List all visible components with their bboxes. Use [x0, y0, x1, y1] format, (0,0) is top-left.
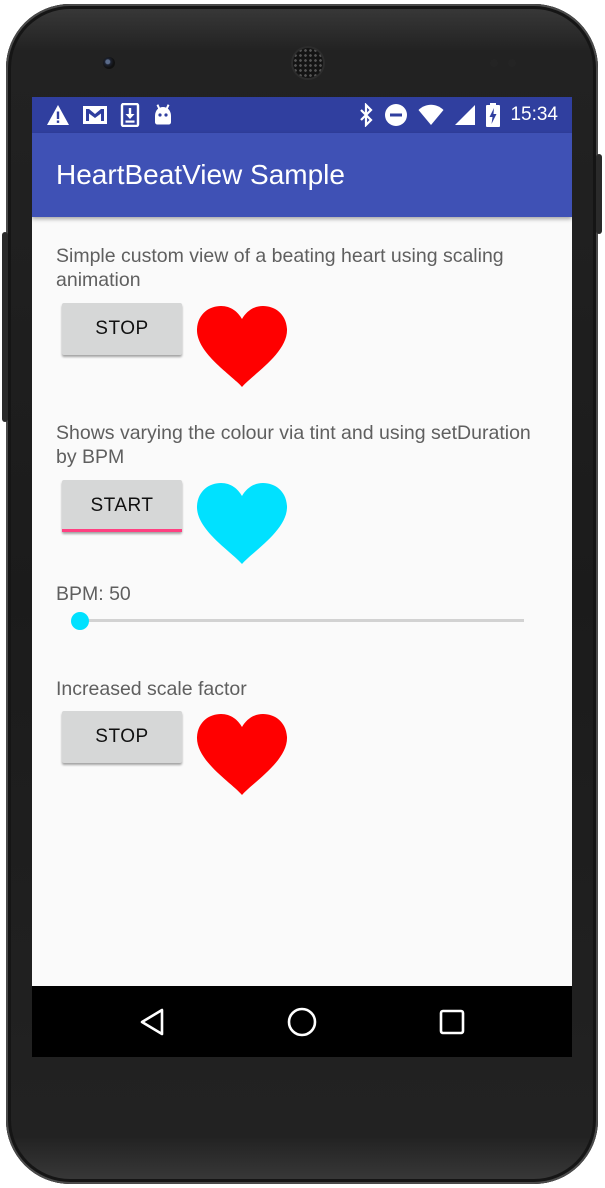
- screen: 15:34 HeartBeatView Sample Simple custom…: [32, 97, 572, 1057]
- front-camera: [103, 57, 115, 69]
- app-title: HeartBeatView Sample: [56, 159, 345, 190]
- cellular-icon: [455, 105, 476, 125]
- status-time: 15:34: [510, 104, 558, 125]
- section-description-tint: Shows varying the colour via tint and us…: [56, 422, 531, 468]
- bpm-seekbar-track[interactable]: [80, 619, 524, 622]
- power-button: [596, 154, 602, 234]
- volume-button: [2, 232, 8, 422]
- bluetooth-icon: [360, 103, 374, 127]
- proximity-sensor: [490, 59, 498, 67]
- focus-underline: [62, 529, 182, 532]
- home-button[interactable]: [284, 1004, 320, 1040]
- section-description-scale: Increased scale factor: [56, 678, 247, 700]
- button-label: START: [90, 495, 154, 516]
- back-icon: [140, 1008, 164, 1036]
- start-button-tint[interactable]: START: [62, 480, 182, 532]
- app-bar: HeartBeatView Sample: [32, 133, 572, 217]
- section-description-scaling: Simple custom view of a beating heart us…: [56, 245, 504, 291]
- heart-icon-cyan: [196, 483, 288, 564]
- light-sensor: [508, 59, 516, 67]
- bpm-seekbar-thumb[interactable]: [71, 612, 89, 630]
- bpm-label: BPM: 50: [56, 583, 131, 605]
- do-not-disturb-icon: [385, 104, 408, 126]
- home-icon: [287, 1007, 317, 1037]
- recents-button[interactable]: [434, 1004, 470, 1040]
- stop-button-scaling[interactable]: STOP: [62, 303, 182, 355]
- heart-icon-red-large: [196, 714, 288, 795]
- recents-icon: [439, 1009, 465, 1035]
- button-label: STOP: [95, 318, 149, 339]
- android-icon: [155, 104, 171, 125]
- button-label: STOP: [95, 726, 149, 747]
- navigation-bar: [32, 986, 572, 1057]
- gmail-icon: [83, 106, 107, 124]
- stop-button-scale[interactable]: STOP: [62, 711, 182, 763]
- wifi-icon: [418, 104, 444, 125]
- status-bar: 15:34: [32, 97, 572, 133]
- download-icon: [120, 103, 140, 127]
- heart-icon-red: [196, 306, 288, 387]
- back-button[interactable]: [134, 1004, 170, 1040]
- warning-icon: [47, 105, 69, 125]
- battery-charging-icon: [486, 103, 501, 127]
- earpiece-speaker: [293, 48, 323, 78]
